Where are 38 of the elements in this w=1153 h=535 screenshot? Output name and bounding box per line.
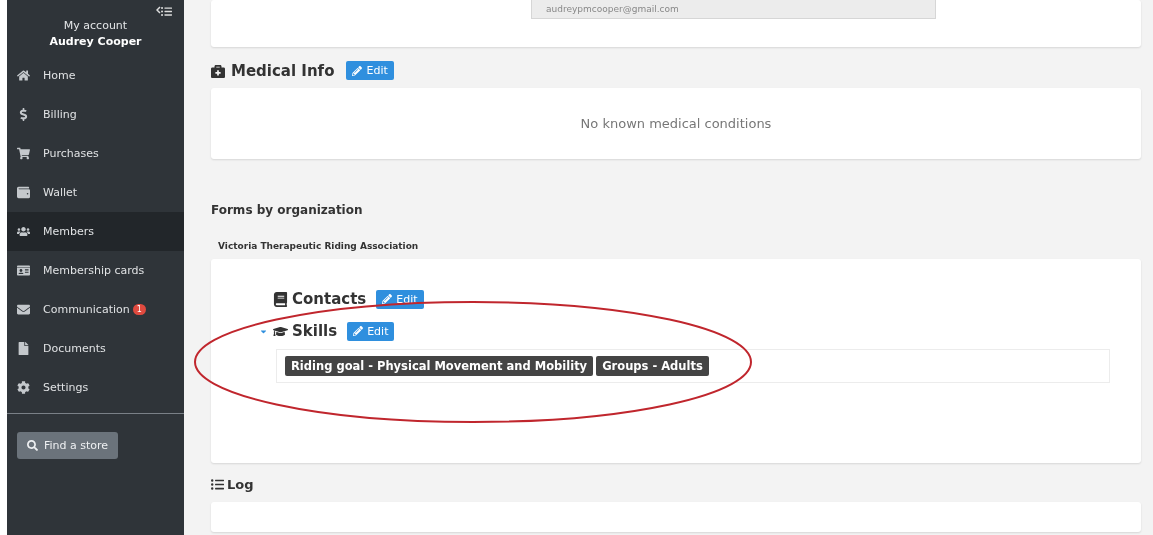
form-title: Contacts (292, 290, 367, 308)
tag: Riding goal - Physical Movement and Mobility (285, 356, 594, 376)
medical-kit-icon (211, 63, 225, 78)
list-icon (211, 478, 224, 491)
log-title: Log (227, 477, 254, 492)
id-card-icon (16, 264, 30, 277)
tag: Groups - Adults (596, 356, 709, 376)
sidebar-item[interactable]: Communication 1 (7, 290, 184, 329)
envelope-icon (16, 303, 30, 316)
wallet-icon (16, 186, 30, 199)
notification-badge: 1 (132, 304, 146, 315)
sidebar-item[interactable]: Settings (7, 368, 184, 407)
find-store-button[interactable]: Find a store (17, 432, 119, 459)
collapse-menu-icon[interactable] (156, 6, 172, 17)
sidebar-item[interactable]: Home (7, 56, 184, 95)
home-icon (16, 69, 30, 82)
sidebar-item[interactable]: Membership cards (7, 251, 184, 290)
account-label: My account (63, 19, 128, 32)
organization-name: Victoria Therapeutic Riding Association (218, 241, 420, 251)
form-title: Skills (292, 322, 338, 340)
sidebar-item[interactable]: Members (7, 212, 184, 251)
forms-title: Forms by organization (211, 203, 364, 217)
search-icon (27, 440, 38, 451)
sidebar-item[interactable]: Billing (7, 95, 184, 134)
cart-icon (16, 147, 30, 160)
sidebar-item[interactable]: Wallet (7, 173, 184, 212)
pencil-icon (353, 326, 364, 336)
section-title: Medical Info (231, 61, 335, 80)
gear-icon (16, 381, 30, 394)
users-icon (16, 225, 30, 238)
pencil-icon (352, 65, 363, 76)
book-icon (273, 291, 288, 307)
file-icon (16, 342, 30, 355)
sidebar-item[interactable]: Documents (7, 329, 184, 368)
pencil-icon (382, 294, 393, 304)
user-name: Audrey Cooper (49, 35, 142, 48)
empty-message: No known medical conditions (580, 116, 772, 131)
sidebar-item[interactable]: Purchases (7, 134, 184, 173)
